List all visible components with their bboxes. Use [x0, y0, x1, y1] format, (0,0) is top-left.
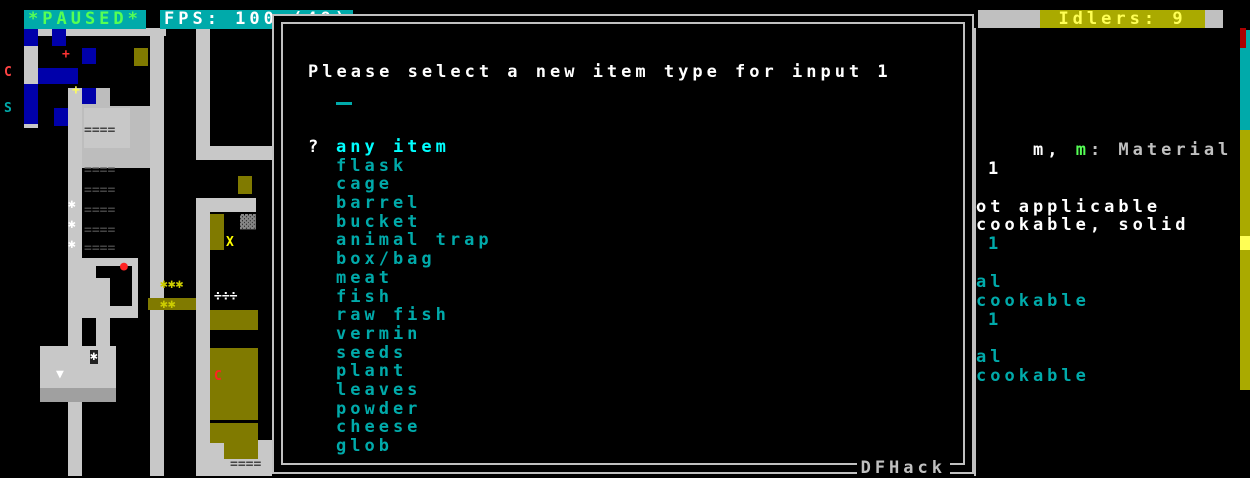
workshop-side-panel: m, m: Material 1 ot applicable cookable,…	[974, 28, 1248, 476]
option-barrel[interactable]: barrel	[336, 194, 493, 213]
idlers-counter[interactable]: Idlers: 9	[1040, 10, 1205, 29]
filter-input[interactable]	[336, 102, 352, 105]
item-type-list: any item flask cage barrel bucket animal…	[336, 138, 493, 456]
option-seeds[interactable]: seeds	[336, 343, 493, 363]
panel-border	[974, 28, 1240, 476]
option-plant[interactable]: plant	[336, 362, 493, 381]
option-box-bag[interactable]: box/bag	[336, 250, 493, 269]
item-type-dialog: Please select a new item type for input …	[272, 14, 974, 478]
option-leaves[interactable]: leaves	[336, 381, 493, 400]
right-edge-strip	[1240, 0, 1250, 476]
paused-indicator: *PAUSED*	[24, 10, 146, 29]
dialog-footer: DFHack	[856, 459, 950, 478]
option-glob[interactable]: glob	[336, 437, 493, 456]
option-cheese[interactable]: cheese	[336, 418, 493, 437]
option-powder[interactable]: powder	[336, 399, 493, 419]
option-fish[interactable]: fish	[336, 287, 493, 307]
option-flask[interactable]: flask	[336, 156, 493, 176]
option-animal-trap[interactable]: animal trap	[336, 231, 493, 250]
option-cage[interactable]: cage	[336, 175, 493, 194]
fortress-map[interactable]: C S + + X ● ▼ ✱ ✱ ✱ ✱ ✱✱✱ ✱✱ C ----- ===…	[0, 28, 280, 476]
option-raw-fish[interactable]: raw fish	[336, 306, 493, 325]
map-marker-c: C	[4, 65, 12, 80]
dialog-prompt: Please select a new item type for input …	[308, 62, 892, 82]
option-vermin[interactable]: vermin	[336, 325, 493, 344]
option-meat[interactable]: meat	[336, 268, 493, 288]
selection-marker: ?	[308, 137, 323, 157]
option-bucket[interactable]: bucket	[336, 212, 493, 232]
option-any-item[interactable]: any item	[336, 138, 493, 157]
map-marker-s: S	[4, 101, 12, 116]
